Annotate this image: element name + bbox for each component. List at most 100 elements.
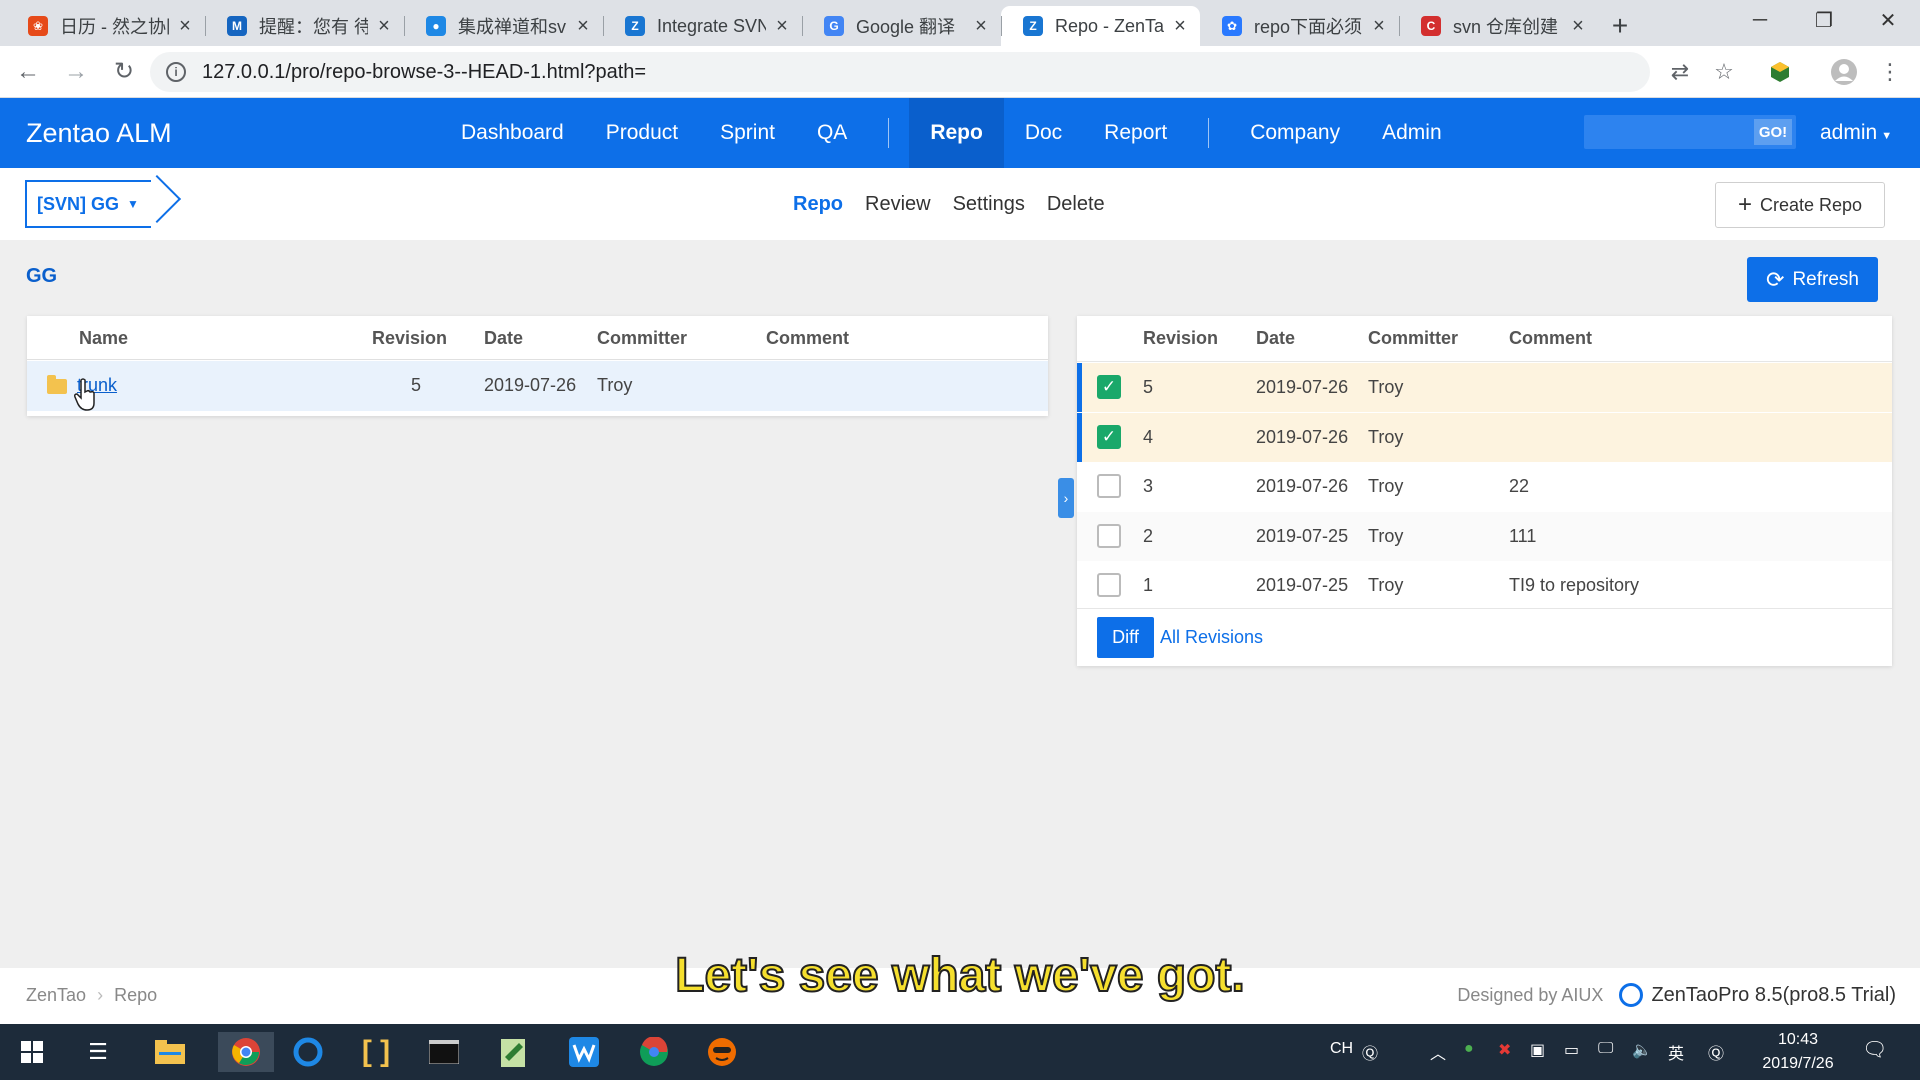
battery-icon[interactable]: ▭ xyxy=(1564,1040,1579,1060)
nav-admin[interactable]: Admin xyxy=(1361,98,1463,168)
revision-checkbox[interactable]: ✓ xyxy=(1097,375,1121,399)
minimize-icon[interactable]: ─ xyxy=(1728,0,1792,40)
close-icon[interactable]: × xyxy=(573,15,593,38)
nav-dashboard[interactable]: Dashboard xyxy=(440,98,585,168)
windows-start-icon[interactable] xyxy=(12,1032,52,1072)
submenu-repo[interactable]: Repo xyxy=(782,193,854,216)
bookmark-star-icon[interactable]: ☆ xyxy=(1708,56,1740,88)
nav-company[interactable]: Company xyxy=(1229,98,1361,168)
panel-toggle-chevron-icon[interactable]: › xyxy=(1058,478,1074,518)
table-row[interactable]: 3 2019-07-26 Troy 22 xyxy=(1077,462,1892,511)
col-date[interactable]: Date xyxy=(1256,316,1295,360)
ime-mode-icon[interactable]: Ⓠ xyxy=(1362,1040,1378,1064)
browser-tab[interactable]: Csvn 仓库创建 × xyxy=(1399,6,1598,46)
revision-number[interactable]: 3 xyxy=(1143,476,1153,497)
revision-checkbox[interactable] xyxy=(1097,573,1121,597)
repo-picker[interactable]: [SVN] GG ▼ xyxy=(25,180,151,228)
nav-repo[interactable]: Repo xyxy=(909,98,1004,168)
browser-tab[interactable]: ❀ 日历 - 然之协同 × xyxy=(6,6,205,46)
browser-tab[interactable]: ● 集成禅道和svn × xyxy=(404,6,603,46)
diff-button[interactable]: Diff xyxy=(1097,617,1154,658)
game-app-icon[interactable] xyxy=(702,1032,742,1072)
revision-number[interactable]: 1 xyxy=(1143,575,1153,596)
col-comment[interactable]: Comment xyxy=(1509,316,1592,360)
notepad-icon[interactable] xyxy=(494,1032,534,1072)
col-date[interactable]: Date xyxy=(484,316,523,360)
taskbar-clock[interactable]: 10:43 2019/7/26 xyxy=(1752,1028,1844,1076)
browser-tab[interactable]: G Google 翻译 × xyxy=(802,6,1001,46)
submenu-review[interactable]: Review xyxy=(854,193,942,216)
browser-tab[interactable]: M 提醒：您有 待 × xyxy=(205,6,404,46)
global-search-input[interactable]: GO! xyxy=(1584,115,1796,149)
input-language[interactable]: 英 xyxy=(1668,1040,1684,1064)
browser-menu-icon[interactable]: ⋮ xyxy=(1874,56,1906,88)
terminal-icon[interactable] xyxy=(424,1032,464,1072)
brackets-editor-icon[interactable]: [ ] xyxy=(356,1032,396,1072)
nav-product[interactable]: Product xyxy=(585,98,699,168)
nav-qa[interactable]: QA xyxy=(796,98,868,168)
table-row[interactable]: ✓ 5 2019-07-26 Troy xyxy=(1077,363,1892,412)
browser-tab[interactable]: ✿ repo下面必须 × xyxy=(1200,6,1399,46)
site-info-icon[interactable]: i xyxy=(166,62,186,82)
revision-checkbox[interactable] xyxy=(1097,474,1121,498)
close-icon[interactable]: × xyxy=(971,15,991,38)
new-tab-button[interactable]: + xyxy=(1598,6,1642,46)
user-menu[interactable]: admin ▼ xyxy=(1820,98,1892,171)
ime-tool-icon[interactable]: Ⓠ xyxy=(1708,1040,1724,1064)
notification-center-icon[interactable]: 🗨 xyxy=(1862,1037,1887,1062)
col-name[interactable]: Name xyxy=(79,316,128,360)
display-icon[interactable]: 🖵 xyxy=(1598,1040,1613,1058)
volume-icon[interactable]: 🔈 xyxy=(1632,1040,1652,1060)
address-bar[interactable]: i 127.0.0.1/pro/repo-browse-3--HEAD-1.ht… xyxy=(150,52,1650,92)
table-row[interactable]: trunk 5 2019-07-26 Troy xyxy=(27,361,1048,411)
search-go-button[interactable]: GO! xyxy=(1754,119,1792,145)
browser-tab[interactable]: Z Repo - ZenTao × xyxy=(1001,6,1200,46)
back-icon[interactable]: ← xyxy=(8,52,48,92)
extension-icon[interactable] xyxy=(1764,56,1796,88)
col-committer[interactable]: Committer xyxy=(597,316,687,360)
security-alert-icon[interactable]: ✖ xyxy=(1498,1040,1511,1060)
file-explorer-icon[interactable] xyxy=(150,1032,190,1072)
all-revisions-link[interactable]: All Revisions xyxy=(1160,627,1263,648)
refresh-button[interactable]: ⟳ Refresh xyxy=(1747,257,1878,302)
network-adapter-icon[interactable]: ▣ xyxy=(1530,1040,1545,1060)
table-row[interactable]: ✓ 4 2019-07-26 Troy xyxy=(1077,412,1892,462)
browser-tab[interactable]: Z Integrate SVN × xyxy=(603,6,802,46)
close-icon[interactable]: × xyxy=(1568,15,1588,38)
table-row[interactable]: 2 2019-07-25 Troy 111 xyxy=(1077,511,1892,561)
nav-report[interactable]: Report xyxy=(1083,98,1188,168)
close-icon[interactable]: × xyxy=(175,15,195,38)
revision-checkbox[interactable]: ✓ xyxy=(1097,424,1121,449)
wechat-icon[interactable]: ● xyxy=(1464,1040,1474,1058)
nav-sprint[interactable]: Sprint xyxy=(699,98,796,168)
close-window-icon[interactable]: ✕ xyxy=(1856,0,1920,40)
close-icon[interactable]: × xyxy=(374,15,394,38)
word-processor-icon[interactable] xyxy=(564,1032,604,1072)
submenu-delete[interactable]: Delete xyxy=(1036,193,1116,216)
create-repo-button[interactable]: + Create Repo xyxy=(1715,182,1885,228)
translate-icon[interactable]: ⇄ xyxy=(1664,56,1696,88)
col-revision[interactable]: Revision xyxy=(1143,316,1218,360)
chrome-taskbar-icon[interactable] xyxy=(218,1032,274,1072)
close-icon[interactable]: × xyxy=(772,15,792,38)
tray-expand-icon[interactable]: ︿ xyxy=(1430,1040,1446,1064)
col-revision[interactable]: Revision xyxy=(372,316,447,360)
restore-icon[interactable]: ❐ xyxy=(1792,0,1856,40)
task-view-icon[interactable]: ☰ xyxy=(78,1032,118,1072)
ime-indicator[interactable]: CH xyxy=(1330,1040,1353,1058)
submenu-settings[interactable]: Settings xyxy=(942,193,1036,216)
close-icon[interactable]: × xyxy=(1369,15,1389,38)
chrome-alt-icon[interactable] xyxy=(634,1032,674,1072)
table-row[interactable]: 1 2019-07-25 Troy TI9 to repository xyxy=(1077,561,1892,610)
col-committer[interactable]: Committer xyxy=(1368,316,1458,360)
revision-checkbox[interactable] xyxy=(1097,523,1121,548)
brand-logo[interactable]: Zentao ALM xyxy=(26,98,172,168)
revision-number[interactable]: 5 xyxy=(1143,377,1153,398)
reload-icon[interactable]: ↻ xyxy=(104,52,144,92)
profile-avatar-icon[interactable] xyxy=(1828,56,1860,88)
zentao-client-icon[interactable] xyxy=(288,1032,328,1072)
close-icon[interactable]: × xyxy=(1170,15,1190,38)
nav-doc[interactable]: Doc xyxy=(1004,98,1083,168)
revision-number[interactable]: 2 xyxy=(1143,526,1153,547)
forward-icon[interactable]: → xyxy=(56,52,96,92)
